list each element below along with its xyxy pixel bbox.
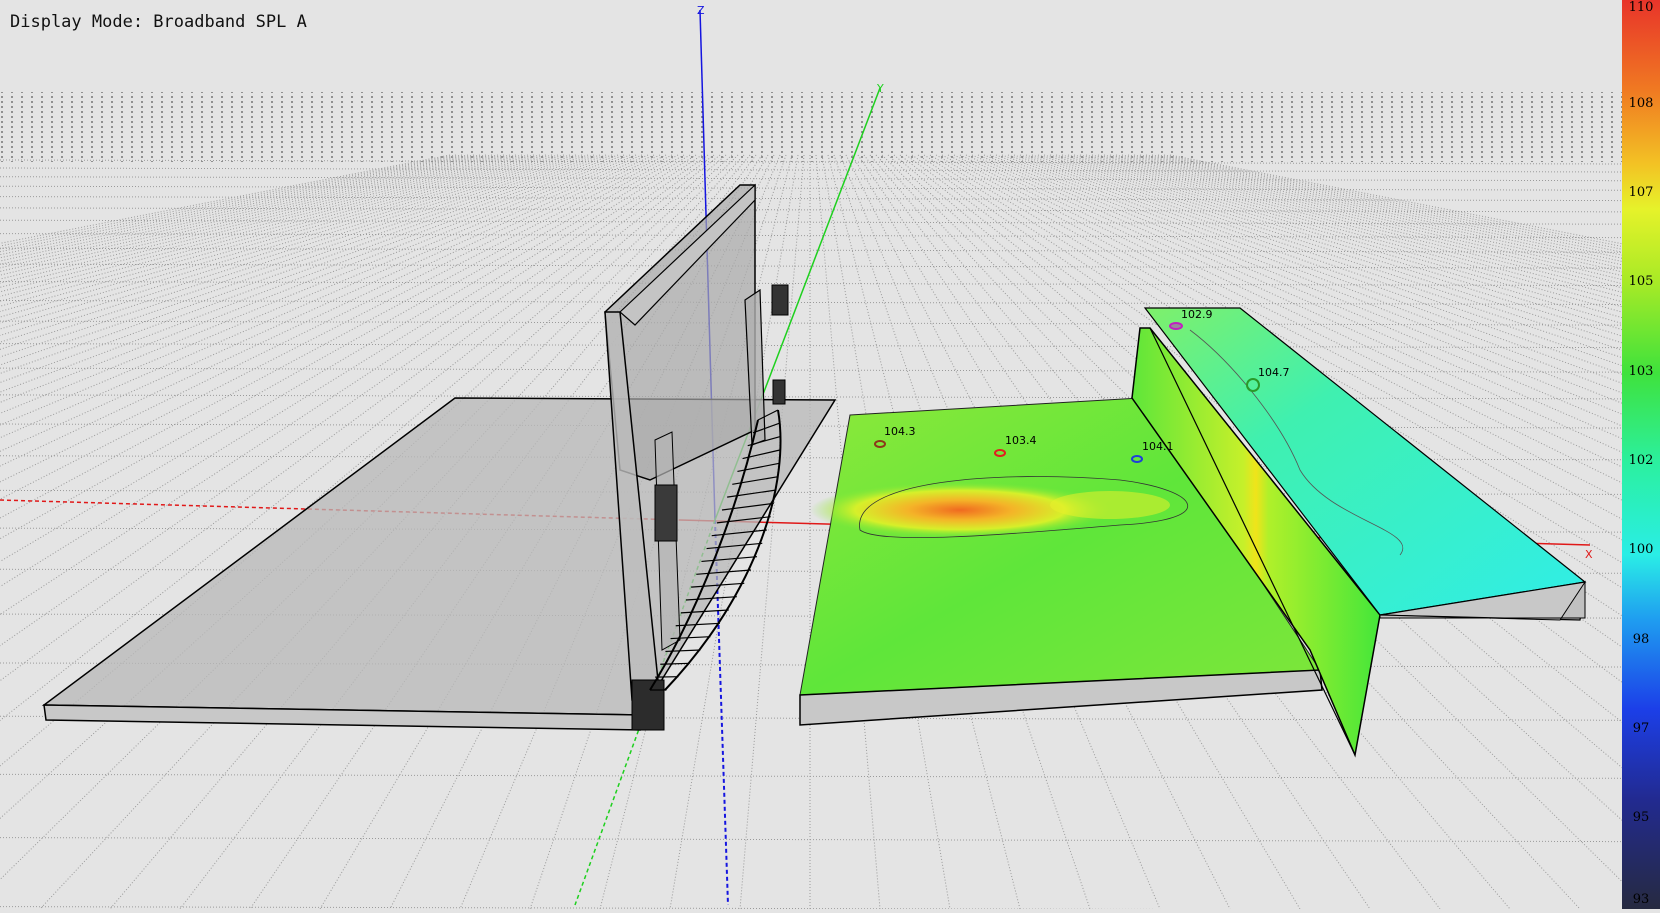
colorbar-tick: 108 [1622,96,1660,111]
svg-text:104.1: 104.1 [1142,440,1174,453]
spl-colorbar: 110 108 107 105 103 102 100 98 97 95 93 [1622,0,1660,909]
speaker-box-bottom[interactable] [632,680,664,730]
colorbar-tick: 100 [1622,542,1660,557]
colorbar-tick: 95 [1622,810,1660,825]
x-axis-label: X [1585,548,1593,561]
display-mode-label: Display Mode: Broadband SPL A [10,12,307,32]
speaker-box-mid[interactable] [773,380,785,404]
colorbar-tick: 98 [1622,632,1660,647]
speaker-box-side[interactable] [655,485,677,541]
svg-text:104.3: 104.3 [884,425,916,438]
colorbar-tick: 107 [1622,185,1660,200]
colorbar-tick: 105 [1622,274,1660,289]
3d-viewport[interactable]: Z Y X [0,0,1622,909]
grid-horizon [0,92,1622,162]
y-axis-label: Y [876,82,884,95]
colorbar-tick: 103 [1622,364,1660,379]
scene-canvas[interactable]: Z Y X [0,0,1622,909]
colorbar-tick: 102 [1622,453,1660,468]
svg-text:103.4: 103.4 [1005,434,1037,447]
colorbar-tick: 93 [1622,892,1660,907]
svg-text:102.9: 102.9 [1181,308,1213,321]
colorbar-tick: 97 [1622,721,1660,736]
svg-text:104.7: 104.7 [1258,366,1290,379]
z-axis-label: Z [697,4,705,17]
speaker-box-top[interactable] [772,285,788,315]
colorbar-tick: 110 [1622,0,1660,15]
